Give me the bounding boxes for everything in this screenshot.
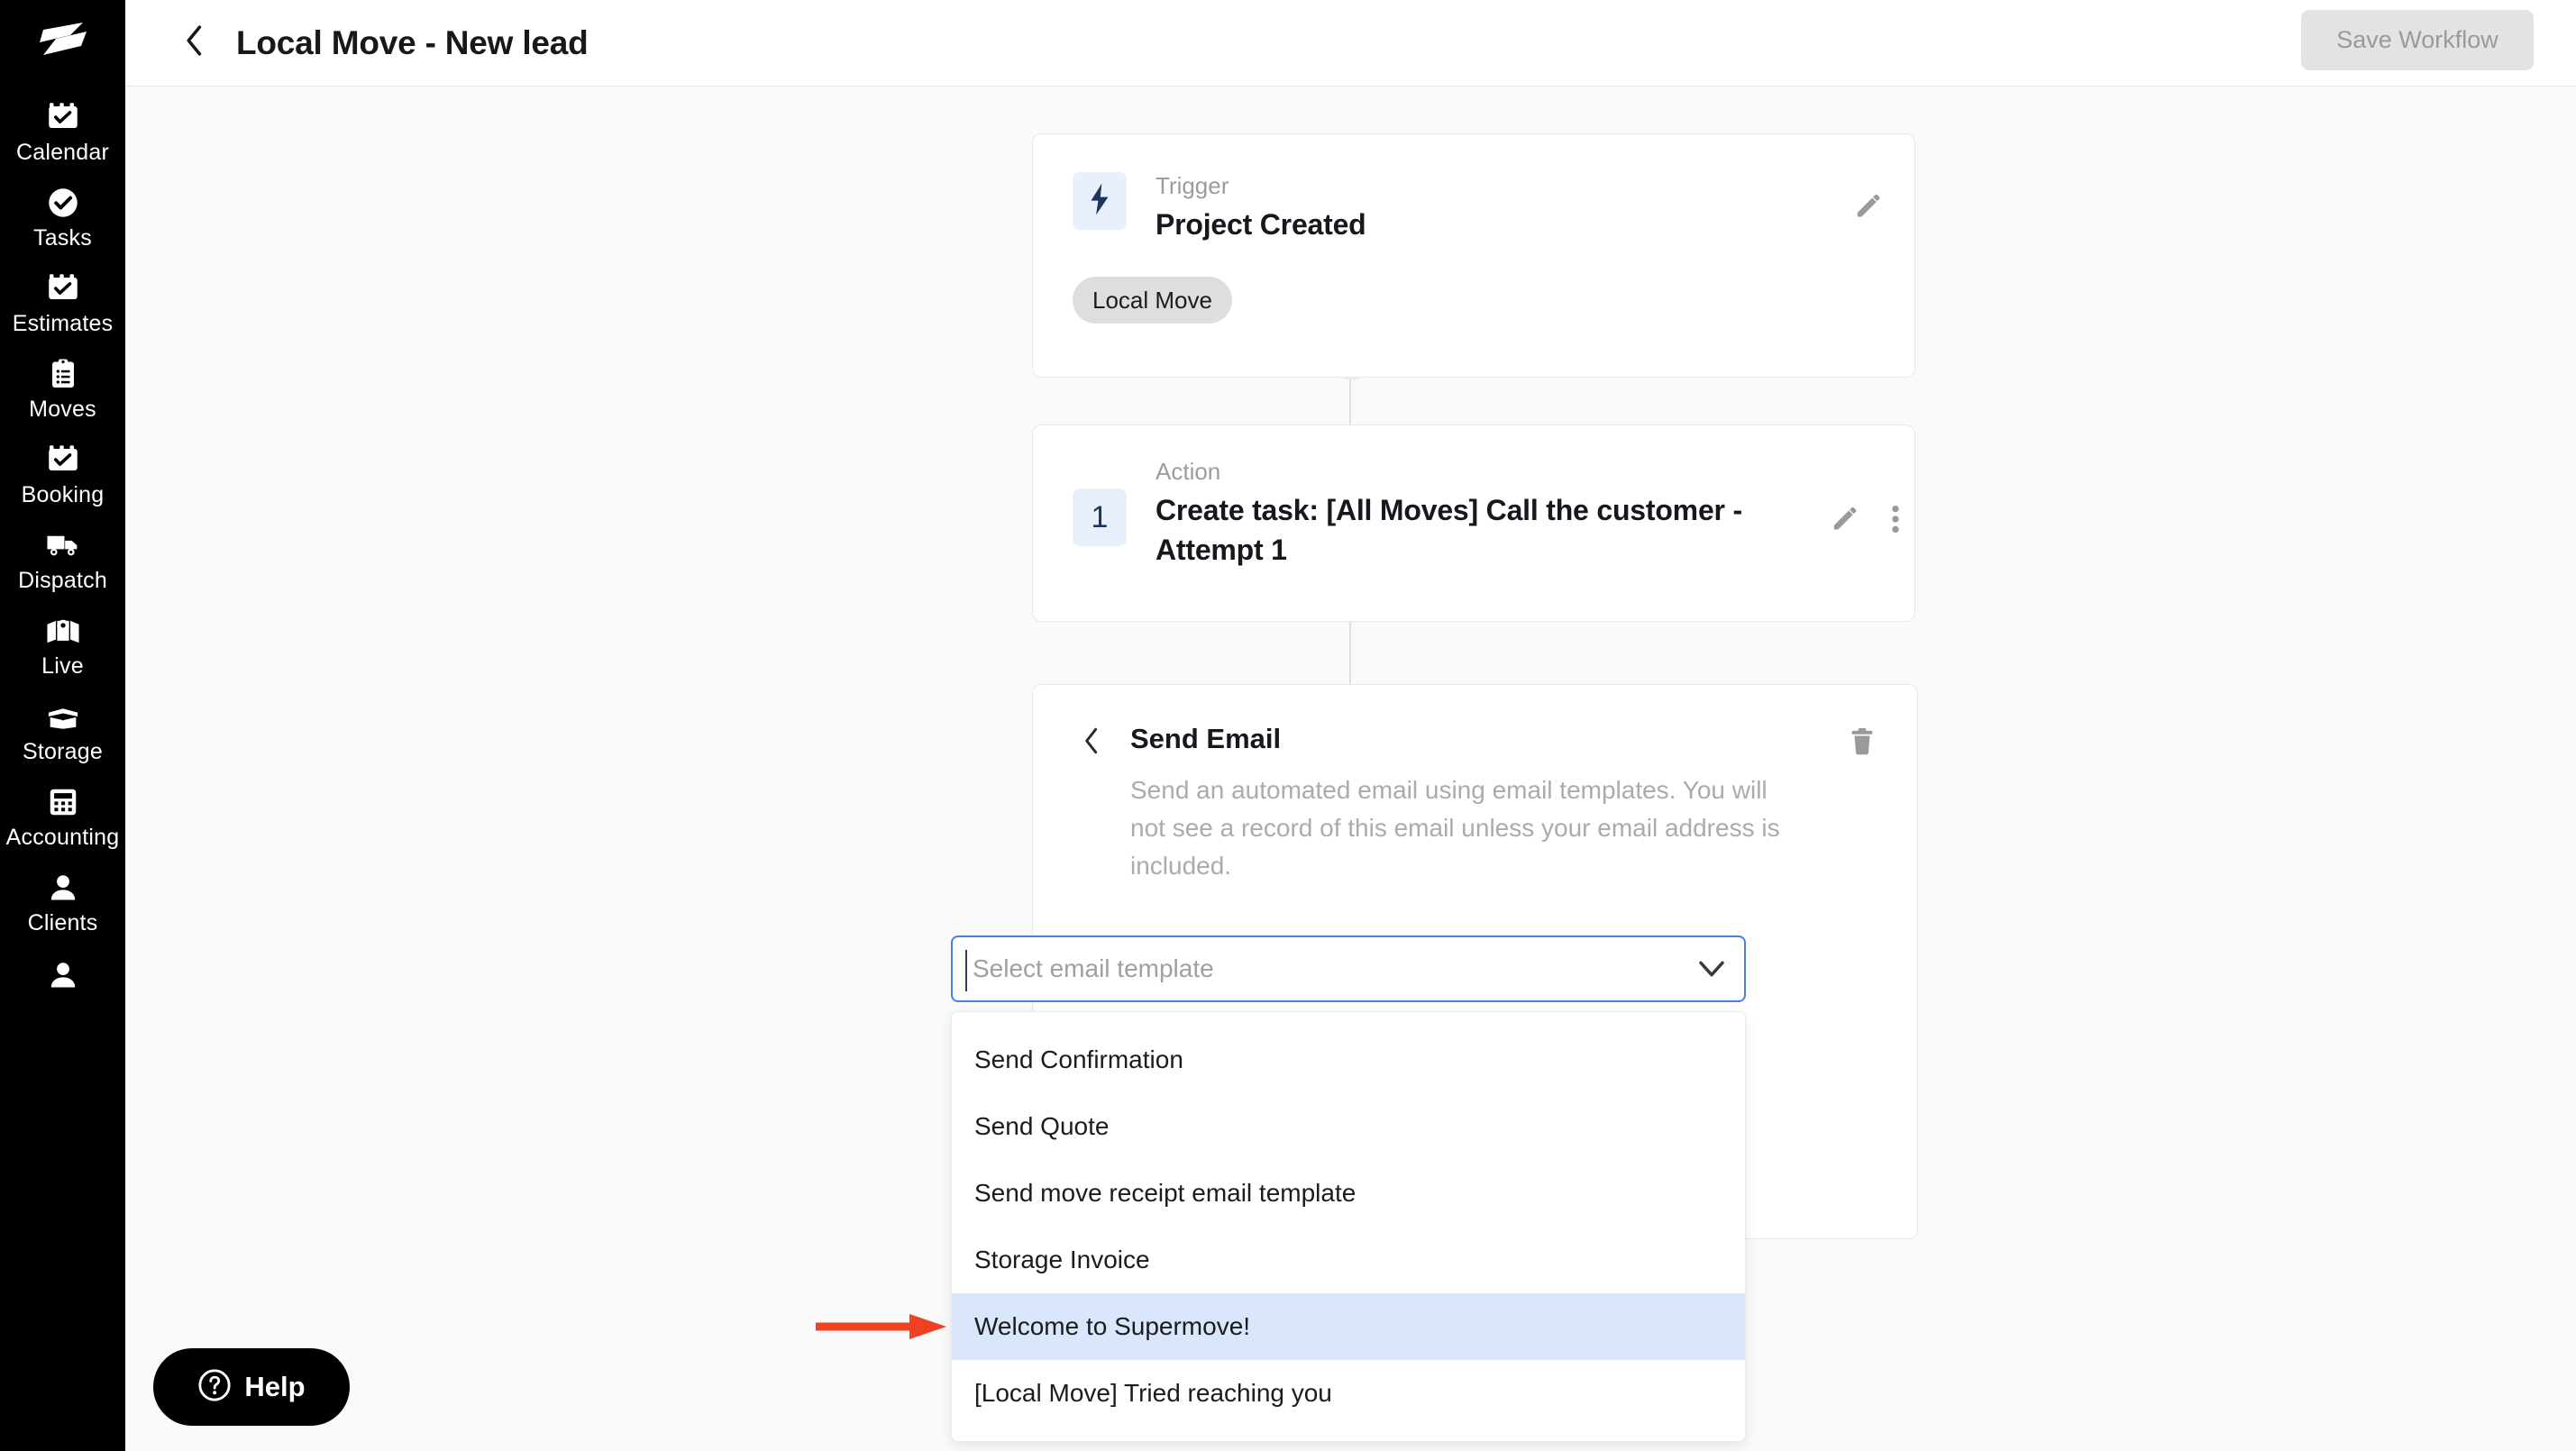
save-workflow-button[interactable]: Save Workflow <box>2301 10 2534 70</box>
sidebar-item-label: Tasks <box>33 225 92 251</box>
annotation-arrow <box>816 1309 946 1345</box>
edit-trigger-button[interactable] <box>1844 185 1891 232</box>
send-email-description: Send an automated email using email temp… <box>1130 776 1780 880</box>
sidebar-item-label: Accounting <box>5 825 120 850</box>
dropdown-option[interactable]: Storage Invoice <box>952 1227 1745 1293</box>
template-dropdown-list[interactable]: Send Confirmation Send Quote Send move r… <box>951 1011 1746 1442</box>
page-title: Local Move - New lead <box>236 23 589 61</box>
text-caret <box>965 950 967 991</box>
clipboard-list-icon <box>45 356 81 392</box>
action-card[interactable]: 1 Action Create task: [All Moves] Call t… <box>1032 424 1915 622</box>
trigger-icon-badge <box>1073 172 1127 230</box>
chevron-down-icon[interactable] <box>1697 959 1726 979</box>
sidebar-item-dispatch[interactable]: Dispatch <box>0 516 125 602</box>
edit-action-button[interactable] <box>1822 497 1868 544</box>
back-button[interactable] <box>175 23 215 63</box>
send-email-back-button[interactable] <box>1076 723 1107 762</box>
dropdown-option[interactable]: Send Confirmation <box>952 1027 1745 1093</box>
help-button[interactable]: Help <box>153 1348 350 1426</box>
send-email-title: Send Email <box>1130 723 1282 754</box>
sidebar-item-live[interactable]: Live <box>0 602 125 688</box>
calendar-check-icon <box>45 99 81 135</box>
sidebar-item-label: Moves <box>29 397 96 422</box>
lightning-bolt-icon <box>1086 182 1113 221</box>
dropdown-option-highlighted[interactable]: Welcome to Supermove! <box>952 1293 1745 1360</box>
sidebar-item-estimates[interactable]: Estimates <box>0 260 125 345</box>
chevron-left-icon <box>1081 726 1102 760</box>
sidebar-item-booking[interactable]: Booking <box>0 431 125 516</box>
user-avatar-icon <box>45 957 81 993</box>
sidebar: Calendar Tasks Estimates Moves Booking D… <box>0 0 125 1451</box>
dropdown-option[interactable]: Send move receipt email template <box>952 1160 1745 1227</box>
calculator-icon <box>45 784 81 820</box>
dropdown-option[interactable]: Send Quote <box>952 1093 1745 1160</box>
action-title: Create task: [All Moves] Call the custom… <box>1156 494 1742 566</box>
calendar-check-icon <box>45 442 81 478</box>
sidebar-item-accounting[interactable]: Accounting <box>0 773 125 859</box>
sidebar-item-label: Estimates <box>12 311 114 336</box>
question-circle-icon <box>197 1368 232 1407</box>
trigger-title: Project Created <box>1156 208 1366 241</box>
pencil-icon <box>1830 505 1859 538</box>
sidebar-item-label: Dispatch <box>18 568 107 593</box>
sidebar-item-moves[interactable]: Moves <box>0 345 125 431</box>
sidebar-item-label: Storage <box>23 739 103 764</box>
chevron-left-icon <box>181 23 208 62</box>
calendar-check-icon <box>45 270 81 306</box>
sidebar-item-label: Clients <box>27 910 98 935</box>
open-box-icon <box>45 698 81 735</box>
check-circle-icon <box>45 185 81 221</box>
top-bar: Local Move - New lead Save Workflow <box>125 0 2576 87</box>
sidebar-item-calendar[interactable]: Calendar <box>0 88 125 174</box>
delete-send-email-button[interactable] <box>1840 721 1885 766</box>
sidebar-item-label: Live <box>41 653 84 679</box>
supermove-logo-icon[interactable] <box>34 13 92 68</box>
trigger-kicker: Trigger <box>1156 172 1229 199</box>
sidebar-item-clients[interactable]: Clients <box>0 859 125 945</box>
action-step-number: 1 <box>1091 499 1109 534</box>
trash-icon <box>1849 726 1876 762</box>
pencil-icon <box>1853 192 1882 225</box>
sidebar-item-storage[interactable]: Storage <box>0 688 125 773</box>
user-icon <box>45 870 81 906</box>
sidebar-profile-avatar[interactable] <box>0 945 125 1003</box>
trigger-chip: Local Move <box>1073 277 1232 324</box>
trigger-card[interactable]: Trigger Project Created Local Move <box>1032 133 1915 378</box>
truck-icon <box>45 527 81 563</box>
connector-line <box>1349 622 1351 684</box>
sidebar-item-label: Booking <box>21 482 105 507</box>
select-template-input[interactable]: Select email template <box>951 935 1746 1002</box>
map-pin-icon <box>45 613 81 649</box>
action-step-number-badge: 1 <box>1073 488 1127 546</box>
sidebar-item-label: Calendar <box>15 140 110 165</box>
action-kicker: Action <box>1156 458 1221 485</box>
sidebar-item-tasks[interactable]: Tasks <box>0 174 125 260</box>
select-template-placeholder: Select email template <box>973 954 1214 982</box>
dropdown-option[interactable]: [Local Move] Tried reaching you <box>952 1360 1745 1427</box>
more-vertical-icon <box>1891 504 1900 539</box>
help-label: Help <box>244 1371 306 1402</box>
action-more-menu-button[interactable] <box>1876 497 1914 544</box>
